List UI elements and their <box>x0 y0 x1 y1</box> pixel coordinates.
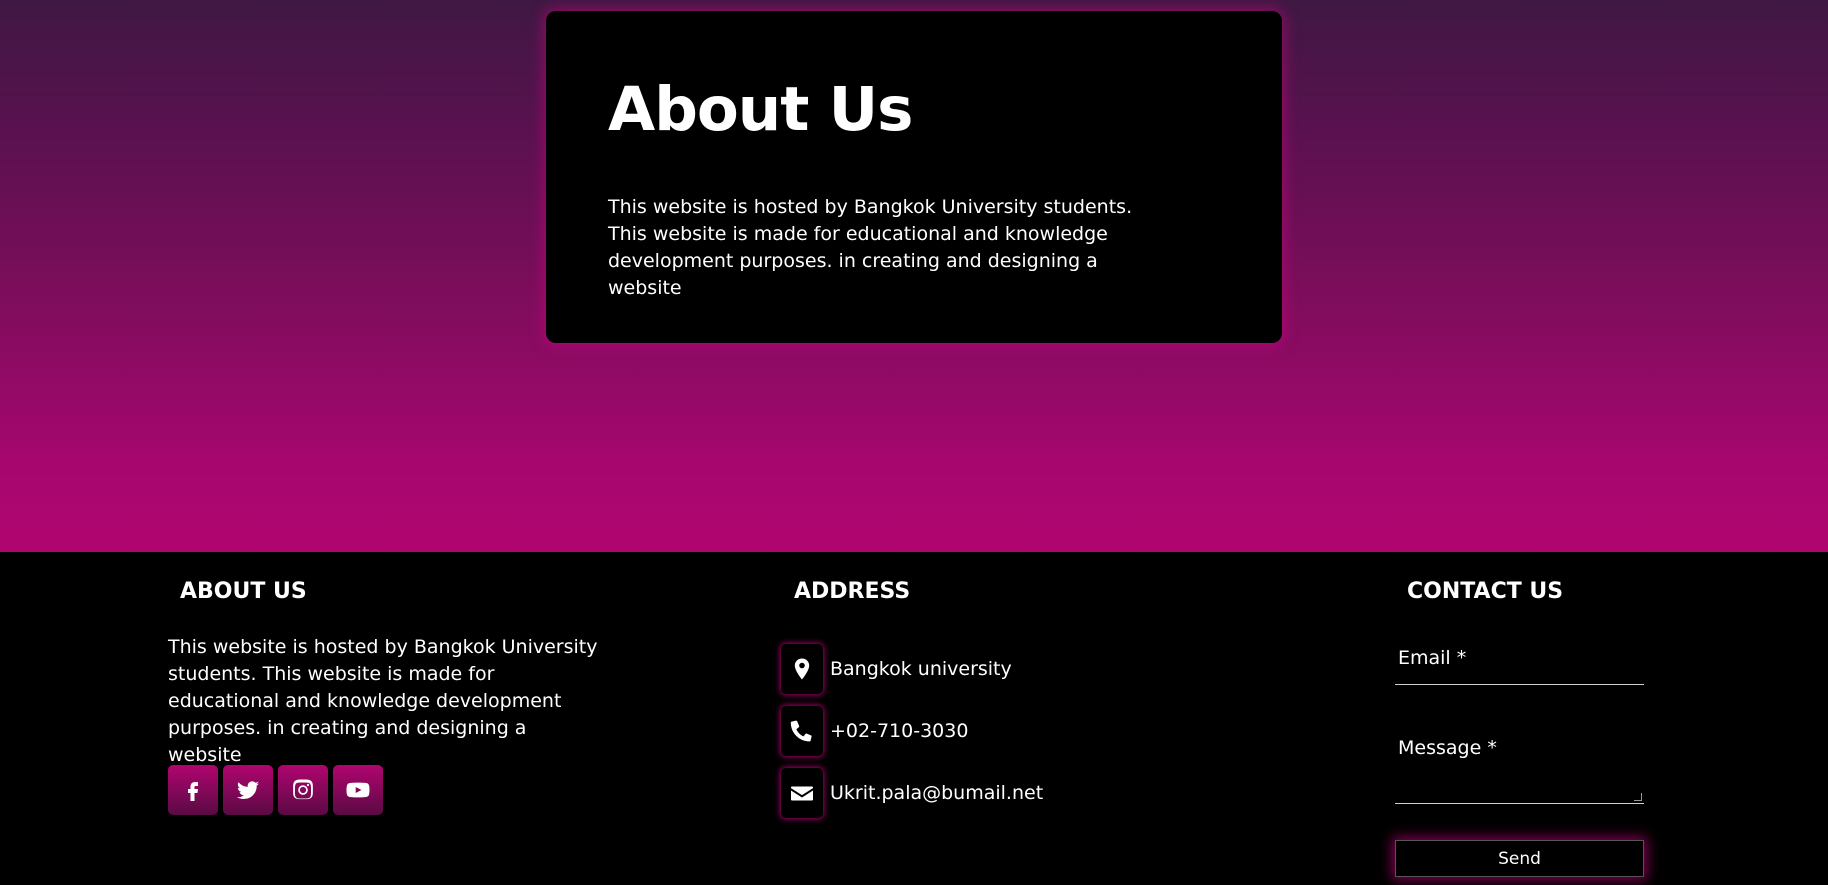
phone-icon-box <box>781 706 823 756</box>
resize-grip-icon[interactable] <box>1634 793 1642 801</box>
youtube-icon <box>346 782 370 798</box>
youtube-link[interactable] <box>333 765 383 815</box>
address-email[interactable]: Ukrit.pala@bumail.net <box>830 782 1043 804</box>
page-title: About Us <box>608 74 913 145</box>
facebook-icon <box>188 782 198 801</box>
location-pin-icon <box>794 658 810 680</box>
location-pin-icon-box <box>781 644 823 694</box>
hero-section: About Us This website is hosted by Bangk… <box>0 0 1828 552</box>
twitter-link[interactable] <box>223 765 273 815</box>
email-field[interactable]: Email * <box>1395 647 1644 685</box>
social-links <box>168 765 383 815</box>
twitter-icon <box>237 781 259 800</box>
footer-about-text: This website is hosted by Bangkok Univer… <box>168 636 598 766</box>
footer-contact-title: CONTACT US <box>1407 579 1564 604</box>
message-label: Message * <box>1398 737 1497 759</box>
footer: ABOUT US This website is hosted by Bangk… <box>0 552 1828 885</box>
phone-icon <box>790 720 812 742</box>
address-list: Bangkok university +02-710-3030 Ukrit.pa… <box>781 644 1043 830</box>
address-location: Bangkok university <box>830 658 1012 680</box>
address-item-email: Ukrit.pala@bumail.net <box>781 768 1043 818</box>
envelope-icon <box>791 786 813 801</box>
send-button[interactable]: Send <box>1395 840 1644 877</box>
facebook-link[interactable] <box>168 765 218 815</box>
address-item-phone: +02-710-3030 <box>781 706 1043 756</box>
envelope-icon-box <box>781 768 823 818</box>
about-card-description: This website is hosted by Bangkok Univer… <box>608 196 1133 299</box>
footer-address-title: ADDRESS <box>794 579 911 604</box>
about-card: About Us This website is hosted by Bangk… <box>546 11 1282 343</box>
address-phone: +02-710-3030 <box>830 720 969 742</box>
footer-about-title: ABOUT US <box>180 579 307 604</box>
address-item-location: Bangkok university <box>781 644 1043 694</box>
message-field[interactable]: Message * <box>1395 737 1644 804</box>
instagram-icon <box>293 779 313 800</box>
email-label: Email * <box>1398 647 1467 669</box>
instagram-link[interactable] <box>278 765 328 815</box>
